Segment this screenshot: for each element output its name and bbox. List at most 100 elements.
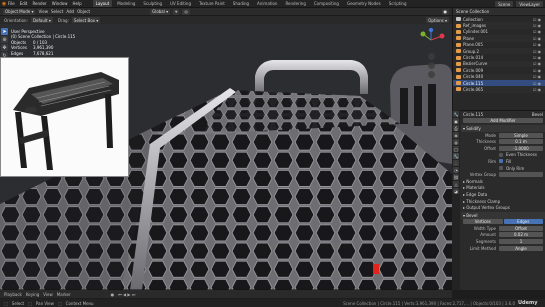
menu-file[interactable]: File <box>8 1 15 6</box>
even-thickness-checkbox[interactable] <box>499 152 503 157</box>
status-bar: ⬚ Select ⬚ Pan View ⬚ Context Menu Scene… <box>0 299 545 307</box>
tab-animation[interactable]: Animation <box>254 0 280 7</box>
view-layer-selector[interactable]: ViewLayer <box>516 1 543 7</box>
modifier-tab-icon[interactable]: 🔧 <box>453 153 459 159</box>
offset-label: Offset <box>483 145 496 151</box>
output-tab-icon[interactable]: ⎙ <box>453 125 459 131</box>
segments-field[interactable]: 1 <box>499 239 543 245</box>
shading-solid-icon[interactable]: ● <box>441 8 449 15</box>
visibility-icons[interactable]: ☑◉ <box>533 74 542 79</box>
pan-hand-icon[interactable] <box>427 62 435 69</box>
tab-rendering[interactable]: Rendering <box>282 0 308 7</box>
transform-orientation[interactable]: Global ▾ <box>150 8 171 15</box>
tab-layout[interactable]: Layout <box>92 0 113 7</box>
section-edge-data[interactable]: ▸ Edge Data <box>461 191 545 198</box>
edges-toggle[interactable]: Edges <box>503 219 543 225</box>
options-dropdown[interactable]: Options ▾ <box>426 17 449 23</box>
timeline-playback[interactable]: Playback <box>4 292 22 297</box>
tab-texture-paint[interactable]: Texture Paint <box>196 0 228 7</box>
menu-view[interactable]: View <box>38 9 48 14</box>
tab-compositing[interactable]: Compositing <box>311 0 342 7</box>
orientation-label: Orientation: <box>4 17 28 23</box>
timeline-view[interactable]: View <box>43 292 53 297</box>
visibility-icons[interactable]: ☑◉ <box>533 49 542 54</box>
menu-object[interactable]: Object <box>77 9 90 14</box>
constraints-tab-icon[interactable]: ⛓ <box>453 174 459 180</box>
add-modifier-label: Add Modifier <box>490 118 516 124</box>
visibility-icons[interactable]: ☑◉ <box>533 55 542 60</box>
select-cursor-icon[interactable]: ➤ <box>1 28 8 35</box>
visibility-icons[interactable]: ☑◉ <box>533 42 542 47</box>
physics-tab-icon[interactable]: ◔ <box>453 167 459 173</box>
play-controls-icon[interactable]: ⏮ ◀ ▶ ⏭ <box>118 292 135 297</box>
width-type-dropdown[interactable]: Offset <box>499 225 543 231</box>
tab-geometry-nodes[interactable]: Geometry Nodes <box>344 0 384 7</box>
vertices-toggle[interactable]: Vertices <box>463 219 503 225</box>
menu-window[interactable]: Window <box>52 1 68 6</box>
section-materials[interactable]: ▸ Materials <box>461 185 545 192</box>
proportional-edit-icon[interactable]: ◎ <box>182 8 190 15</box>
outliner-row[interactable]: Circle.065 ☑◉ <box>453 86 545 93</box>
render-tab-icon[interactable]: ▣ <box>453 118 459 124</box>
object-tab-icon[interactable]: ▢ <box>453 146 459 152</box>
menu-edit[interactable]: Edit <box>20 1 28 6</box>
scene-selector[interactable]: Scene <box>495 1 514 7</box>
tab-shading[interactable]: Shading <box>230 0 252 7</box>
visibility-icons[interactable]: ☑◉ <box>533 23 542 28</box>
rim-fill-checkbox[interactable] <box>499 159 503 164</box>
tab-modeling[interactable]: Modeling <box>114 0 138 7</box>
section-output-vertex-groups[interactable]: ▸ Output Vertex Groups <box>461 204 545 211</box>
orientation-dropdown[interactable]: Default ▾ <box>30 17 53 23</box>
camera-icon[interactable] <box>427 71 435 78</box>
zoom-icon[interactable] <box>427 53 435 60</box>
amount-field[interactable]: 0.02 m <box>499 232 543 238</box>
cursor-icon[interactable]: ⊕ <box>1 36 8 43</box>
bevel-header[interactable]: ▾ Bevel <box>461 211 545 219</box>
limit-method-label: Limit Method <box>469 245 496 251</box>
tab-scripting[interactable]: Scripting <box>386 0 410 7</box>
visibility-icons[interactable]: ☑◉ <box>533 87 542 92</box>
menu-render[interactable]: Render <box>32 1 46 6</box>
world-tab-icon[interactable]: ◍ <box>453 139 459 145</box>
add-modifier-button[interactable]: Add Modifier <box>463 118 543 124</box>
vertex-group-field[interactable] <box>499 172 543 178</box>
solidify-header[interactable]: ▾ Solidify <box>461 125 545 132</box>
only-rim-checkbox[interactable] <box>499 166 503 171</box>
visibility-icons[interactable]: ☑◉ <box>533 36 542 41</box>
particles-tab-icon[interactable]: ∴ <box>453 160 459 166</box>
visibility-icons[interactable]: ☑◉ <box>533 81 542 86</box>
visibility-icons[interactable]: ☑◉ <box>533 61 542 66</box>
drag-dropdown[interactable]: Select Box ▾ <box>71 17 101 23</box>
snap-icon[interactable]: ⌖ <box>173 8 180 15</box>
active-modifier: Bevel <box>531 111 543 117</box>
axis-gizmo-icon[interactable] <box>412 27 450 52</box>
scene-tab-icon[interactable]: ◈ <box>453 132 459 138</box>
timeline-keying[interactable]: Keying <box>26 292 39 297</box>
timeline-marker[interactable]: Marker <box>57 292 71 297</box>
options-label: Options <box>428 17 444 23</box>
thickness-field[interactable]: 0.1 m <box>499 139 543 145</box>
modifier-stack: Circle.115 Bevel Add Modifier ▾ Solidify… <box>461 111 545 251</box>
visibility-icons[interactable]: ☑◉ <box>533 29 542 34</box>
material-tab-icon[interactable]: ◕ <box>453 188 459 194</box>
limit-method-dropdown[interactable]: Angle <box>499 245 543 251</box>
data-tab-icon[interactable]: △ <box>453 181 459 187</box>
mode-dropdown[interactable]: Simple <box>499 132 543 138</box>
tab-sculpting[interactable]: Sculpting <box>140 0 165 7</box>
visibility-icons[interactable]: ☑◉ <box>533 17 542 22</box>
menu-select[interactable]: Select <box>51 9 63 14</box>
move-icon[interactable]: ✥ <box>1 44 8 51</box>
record-icon[interactable]: ● <box>111 292 115 297</box>
visibility-icons[interactable]: ☑◉ <box>533 68 542 73</box>
mode-selector[interactable]: Object Mode ▾ <box>3 8 36 15</box>
status-context-menu: Context Menu <box>65 300 94 306</box>
offset-field[interactable]: -1.0000 <box>499 145 543 151</box>
menu-add[interactable]: Add <box>66 9 74 14</box>
tab-uv-editing[interactable]: UV Editing <box>167 0 194 7</box>
object-name-row: Circle.115 Bevel <box>461 111 545 118</box>
tool-tab-icon[interactable]: 🔧 <box>453 111 459 117</box>
section-normals[interactable]: ▸ Normals <box>461 178 545 185</box>
section-thickness-clamp[interactable]: ▸ Thickness Clamp <box>461 198 545 205</box>
blender-logo-icon[interactable]: ◉ <box>0 0 8 8</box>
menu-help[interactable]: Help <box>72 1 81 6</box>
